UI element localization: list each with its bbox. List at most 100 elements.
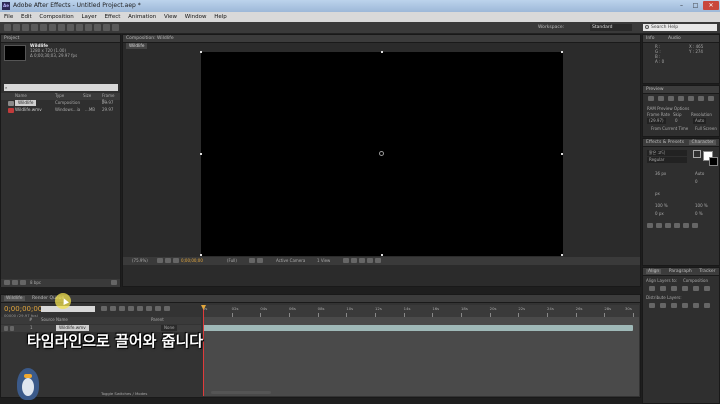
selection-tool-icon[interactable] [4,24,11,31]
time-ruler[interactable]: 0s 02s 04s 06s 08s 10s 12s 14s 16s 18s 20s 22s 24s 26… [203,305,639,317]
align-middle-icon[interactable] [693,286,699,291]
horizontal-scale-value[interactable]: 100 % [695,203,708,209]
vertical-scale-value[interactable]: 100 % [655,203,668,209]
leading-value[interactable]: Auto [695,171,704,177]
composition-breadcrumb[interactable]: Wildlife [126,43,148,49]
distribute-right-icon[interactable] [704,303,710,308]
transform-handle[interactable] [561,254,563,256]
tab-tracker[interactable]: Tracker [699,269,715,274]
col-frame-rate[interactable]: Frame R... [102,93,120,104]
menu-window[interactable]: Window [185,14,207,20]
tab-audio[interactable]: Audio [668,36,681,41]
eraser-tool-icon[interactable] [103,24,110,31]
next-frame-icon[interactable] [678,96,684,101]
tab-effects-presets[interactable]: Effects & Presets [646,140,684,145]
mask-tool-icon[interactable] [58,24,65,31]
mute-audio-icon[interactable] [698,96,704,101]
subscript-icon[interactable] [692,223,698,228]
tab-character[interactable]: Character [689,140,716,145]
grid-icon[interactable] [157,258,163,263]
distribute-vcenter-icon[interactable] [660,303,666,308]
transform-handle[interactable] [200,51,202,53]
tab-align[interactable]: Align [646,269,662,274]
camera-snapshot-icon[interactable] [165,258,171,263]
resolution-select[interactable]: (Full) [227,258,237,264]
minimize-icon[interactable]: – [675,1,688,10]
align-target-select[interactable]: Composition [683,278,708,284]
transparency-grid-icon[interactable] [257,258,263,263]
align-left-icon[interactable] [649,286,655,291]
from-current-time-checkbox[interactable]: From Current Time [651,126,688,132]
search-help-input[interactable]: Search Help [643,24,717,31]
transform-handle[interactable] [200,254,202,256]
distribute-top-icon[interactable] [649,303,655,308]
timeline-icon[interactable] [351,258,357,263]
project-search-input[interactable] [4,84,118,91]
pen-tool-icon[interactable] [67,24,74,31]
hand-tool-icon[interactable] [13,24,20,31]
composition-tab[interactable]: Composition: Wildlife [123,35,640,43]
fast-previews-icon[interactable] [343,258,349,263]
font-style-select[interactable]: Regular [647,157,687,163]
project-row-composition[interactable]: Wildlife Composition 29.97 [1,100,120,107]
menu-layer[interactable]: Layer [81,14,96,20]
project-tab[interactable]: Project [1,35,120,43]
camera-select[interactable]: Active Camera [276,258,305,264]
previous-frame-icon[interactable] [658,96,664,101]
view-layout-select[interactable]: 1 View [317,258,330,264]
menu-animation[interactable]: Animation [128,14,156,20]
first-frame-icon[interactable] [648,96,654,101]
interpret-footage-icon[interactable] [4,280,10,285]
video-visibility-icon[interactable] [4,326,8,331]
distribute-left-icon[interactable] [682,303,688,308]
pan-behind-tool-icon[interactable] [49,24,56,31]
distribute-bottom-icon[interactable] [671,303,677,308]
timeline-timecode[interactable]: 0;00;00;00 [4,305,42,313]
transform-handle[interactable] [381,254,383,256]
faux-italic-icon[interactable] [656,223,662,228]
small-caps-icon[interactable] [674,223,680,228]
audio-icon[interactable] [10,326,14,331]
shy-icon[interactable] [128,306,134,311]
transform-handle[interactable] [561,153,563,155]
new-composition-icon[interactable] [20,280,26,285]
rotate-tool-icon[interactable] [31,24,38,31]
stroke-color-swatch[interactable] [709,157,718,166]
col-size[interactable]: Size [83,93,91,99]
brainstorm-icon[interactable] [155,306,161,311]
transform-handle[interactable] [561,51,563,53]
toggle-switches-modes[interactable]: Toggle Switches / Modes [101,391,147,396]
eyedropper-icon[interactable] [693,150,701,158]
baseline-shift-value[interactable]: 0 px [655,211,664,217]
align-right-icon[interactable] [671,286,677,291]
full-screen-checkbox[interactable]: Full Screen [695,126,717,132]
menu-edit[interactable]: Edit [21,14,32,20]
last-frame-icon[interactable] [688,96,694,101]
resolution-select[interactable]: Auto [693,118,707,124]
col-source-name[interactable]: Source Name [41,317,68,323]
draft-3d-icon[interactable] [119,306,125,311]
distribute-hcenter-icon[interactable] [693,303,699,308]
menu-view[interactable]: View [164,14,177,20]
menu-help[interactable]: Help [214,14,227,20]
tsume-value[interactable]: 0 % [695,211,703,217]
motion-blur-icon[interactable] [146,306,152,311]
preview-tab[interactable]: Preview [643,86,719,94]
clone-stamp-tool-icon[interactable] [94,24,101,31]
col-name[interactable]: Name [15,93,27,99]
menu-effect[interactable]: Effect [105,14,121,20]
puppet-tool-icon[interactable] [112,24,119,31]
brush-tool-icon[interactable] [85,24,92,31]
stroke-width-unit[interactable]: px [655,191,660,197]
align-top-icon[interactable] [682,286,688,291]
region-of-interest-icon[interactable] [249,258,255,263]
col-parent[interactable]: Parent [151,317,164,323]
play-icon[interactable] [668,96,674,101]
superscript-icon[interactable] [683,223,689,228]
menu-composition[interactable]: Composition [39,14,73,20]
tab-paragraph[interactable]: Paragraph [669,269,692,274]
comp-mini-flowchart-icon[interactable] [101,306,107,311]
project-row-footage[interactable]: Wildlife.wmv Windows...ia ...MB 29.97 [1,107,120,114]
new-folder-icon[interactable] [12,280,18,285]
menu-file[interactable]: File [4,14,13,20]
